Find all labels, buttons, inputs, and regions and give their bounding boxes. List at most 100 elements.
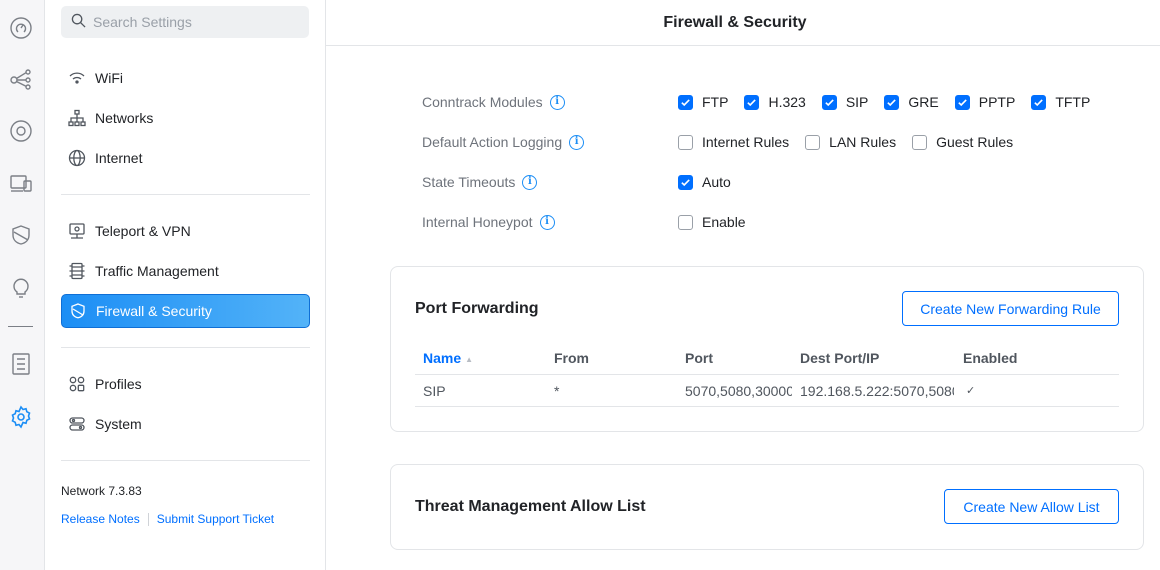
release-notes-link[interactable]: Release Notes: [61, 512, 140, 526]
column-header-from[interactable]: From: [554, 342, 674, 374]
checkbox-checked-icon[interactable]: [678, 174, 693, 190]
checkbox-unchecked-icon[interactable]: [912, 134, 928, 150]
column-header-enabled[interactable]: Enabled: [963, 342, 1083, 374]
networks-icon: [68, 109, 86, 127]
checkbox-unchecked-icon[interactable]: [805, 134, 821, 150]
checkbox-internet-rules[interactable]: Internet Rules: [678, 134, 789, 150]
gear-icon[interactable]: [8, 404, 34, 430]
checkbox-label: SIP: [845, 94, 869, 110]
create-forwarding-rule-button[interactable]: Create New Forwarding Rule: [902, 291, 1119, 326]
state-timeouts-options: Auto: [678, 172, 747, 192]
sidebar-item-profiles[interactable]: Profiles: [61, 367, 310, 401]
setting-label-logging: Default Action Logging i: [422, 132, 585, 152]
search-icon: [71, 13, 86, 31]
devices-icon[interactable]: [8, 118, 34, 144]
checkbox-checked-icon[interactable]: [954, 94, 970, 110]
settings-sidebar: WiFi Networks Internet Teleport & VPN Tr…: [45, 0, 326, 570]
info-icon[interactable]: i: [549, 94, 565, 110]
sidebar-item-label: Firewall & Security: [96, 303, 212, 319]
search-box[interactable]: [61, 6, 309, 38]
topology-icon[interactable]: [8, 66, 34, 92]
checkbox-checked-icon[interactable]: [1031, 94, 1047, 110]
checkbox-label: Auto: [702, 174, 731, 190]
port-forwarding-table: Name ▲ From Port Dest Port/IP Enabled SI…: [415, 342, 1119, 407]
logging-options: Internet Rules LAN Rules Guest Rules: [678, 132, 1029, 152]
table-row[interactable]: SIP * 5070,5080,30000-31000 192.168.5.22…: [415, 375, 1119, 407]
clients-icon[interactable]: [8, 170, 34, 196]
checkbox-ftp[interactable]: FTP: [678, 94, 728, 110]
checkbox-pptp[interactable]: PPTP: [954, 94, 1016, 110]
checkbox-guest-rules[interactable]: Guest Rules: [912, 134, 1013, 150]
sidebar-item-networks[interactable]: Networks: [61, 101, 310, 135]
setting-label-text: Conntrack Modules: [422, 94, 543, 110]
sidebar-item-label: Internet: [95, 150, 143, 166]
shield-icon: [69, 302, 87, 320]
wifi-icon: [68, 69, 86, 87]
sidebar-item-label: Traffic Management: [95, 263, 219, 279]
sidebar-item-label: WiFi: [95, 70, 123, 86]
setting-label-text: Default Action Logging: [422, 134, 563, 150]
sidebar-item-label: Networks: [95, 110, 154, 126]
sort-icon: ▲: [465, 354, 474, 364]
create-allow-list-button[interactable]: Create New Allow List: [944, 489, 1119, 524]
profiles-icon: [68, 375, 86, 393]
lightbulb-icon[interactable]: [8, 275, 34, 301]
sidebar-item-teleport-vpn[interactable]: Teleport & VPN: [61, 214, 310, 248]
cell-dest: 192.168.5.222:5070,5080,30000-31000: [800, 382, 954, 399]
checkbox-gre[interactable]: GRE: [884, 94, 939, 110]
checkbox-unchecked-icon[interactable]: [678, 214, 693, 230]
conntrack-options: FTP H.323 SIP GRE PPTP TFTP: [678, 92, 1106, 112]
port-forwarding-card: Port Forwarding Create New Forwarding Ru…: [390, 266, 1144, 432]
table-header-row: Name ▲ From Port Dest Port/IP Enabled: [415, 342, 1119, 375]
checkbox-label: FTP: [702, 94, 729, 110]
sidebar-item-system[interactable]: System: [61, 407, 310, 441]
info-icon[interactable]: i: [522, 174, 538, 190]
checkbox-checked-icon[interactable]: [678, 94, 693, 110]
system-icon: [68, 415, 86, 433]
checkbox-label: PPTP: [978, 94, 1016, 110]
checkbox-label: Internet Rules: [702, 134, 790, 150]
vpn-icon: [68, 222, 86, 240]
allow-list-card: Threat Management Allow List Create New …: [390, 464, 1144, 550]
checkbox-h323[interactable]: H.323: [744, 94, 806, 110]
checkbox-checked-icon[interactable]: [821, 94, 837, 110]
column-header-label: Name: [423, 350, 462, 366]
version-label: Network 7.3.83: [61, 484, 142, 498]
sidebar-item-traffic-management[interactable]: Traffic Management: [61, 254, 310, 288]
sidebar-links: Release Notes Submit Support Ticket: [61, 512, 274, 526]
checkbox-tftp[interactable]: TFTP: [1031, 94, 1090, 110]
allow-list-title: Threat Management Allow List: [415, 498, 646, 515]
search-input[interactable]: [93, 14, 293, 30]
sidebar-item-wifi[interactable]: WiFi: [61, 61, 310, 95]
info-icon[interactable]: i: [569, 134, 585, 150]
shield-icon[interactable]: [8, 222, 34, 248]
checkbox-label: Guest Rules: [936, 134, 1014, 150]
checkbox-sip[interactable]: SIP: [821, 94, 869, 110]
checkbox-unchecked-icon[interactable]: [678, 134, 693, 150]
sidebar-divider: [61, 347, 310, 348]
list-icon[interactable]: [8, 351, 34, 377]
column-header-dest[interactable]: Dest Port/IP: [800, 342, 955, 374]
column-header-port[interactable]: Port: [685, 342, 790, 374]
sidebar-item-internet[interactable]: Internet: [61, 141, 310, 175]
checkbox-checked-icon[interactable]: [744, 94, 760, 110]
cell-port: 5070,5080,30000-31000: [685, 382, 792, 399]
column-header-name[interactable]: Name ▲: [423, 342, 543, 374]
sidebar-divider: [61, 460, 310, 461]
checkbox-auto[interactable]: Auto: [678, 174, 731, 190]
info-icon[interactable]: i: [539, 214, 555, 230]
sidebar-item-firewall-security[interactable]: Firewall & Security: [61, 294, 310, 328]
traffic-icon: [68, 262, 86, 280]
checkbox-lan-rules[interactable]: LAN Rules: [805, 134, 896, 150]
icon-rail: [0, 0, 45, 570]
port-forwarding-title: Port Forwarding: [415, 300, 539, 317]
sidebar-item-label: Teleport & VPN: [95, 223, 191, 239]
checkbox-checked-icon[interactable]: [884, 94, 900, 110]
dashboard-icon[interactable]: [8, 15, 34, 41]
honeypot-options: Enable: [678, 212, 762, 232]
checkbox-label: Enable: [702, 214, 746, 230]
support-ticket-link[interactable]: Submit Support Ticket: [157, 512, 274, 526]
cell-name: SIP: [423, 382, 446, 399]
checkbox-enable-honeypot[interactable]: Enable: [678, 214, 746, 230]
cell-from: *: [554, 382, 560, 399]
